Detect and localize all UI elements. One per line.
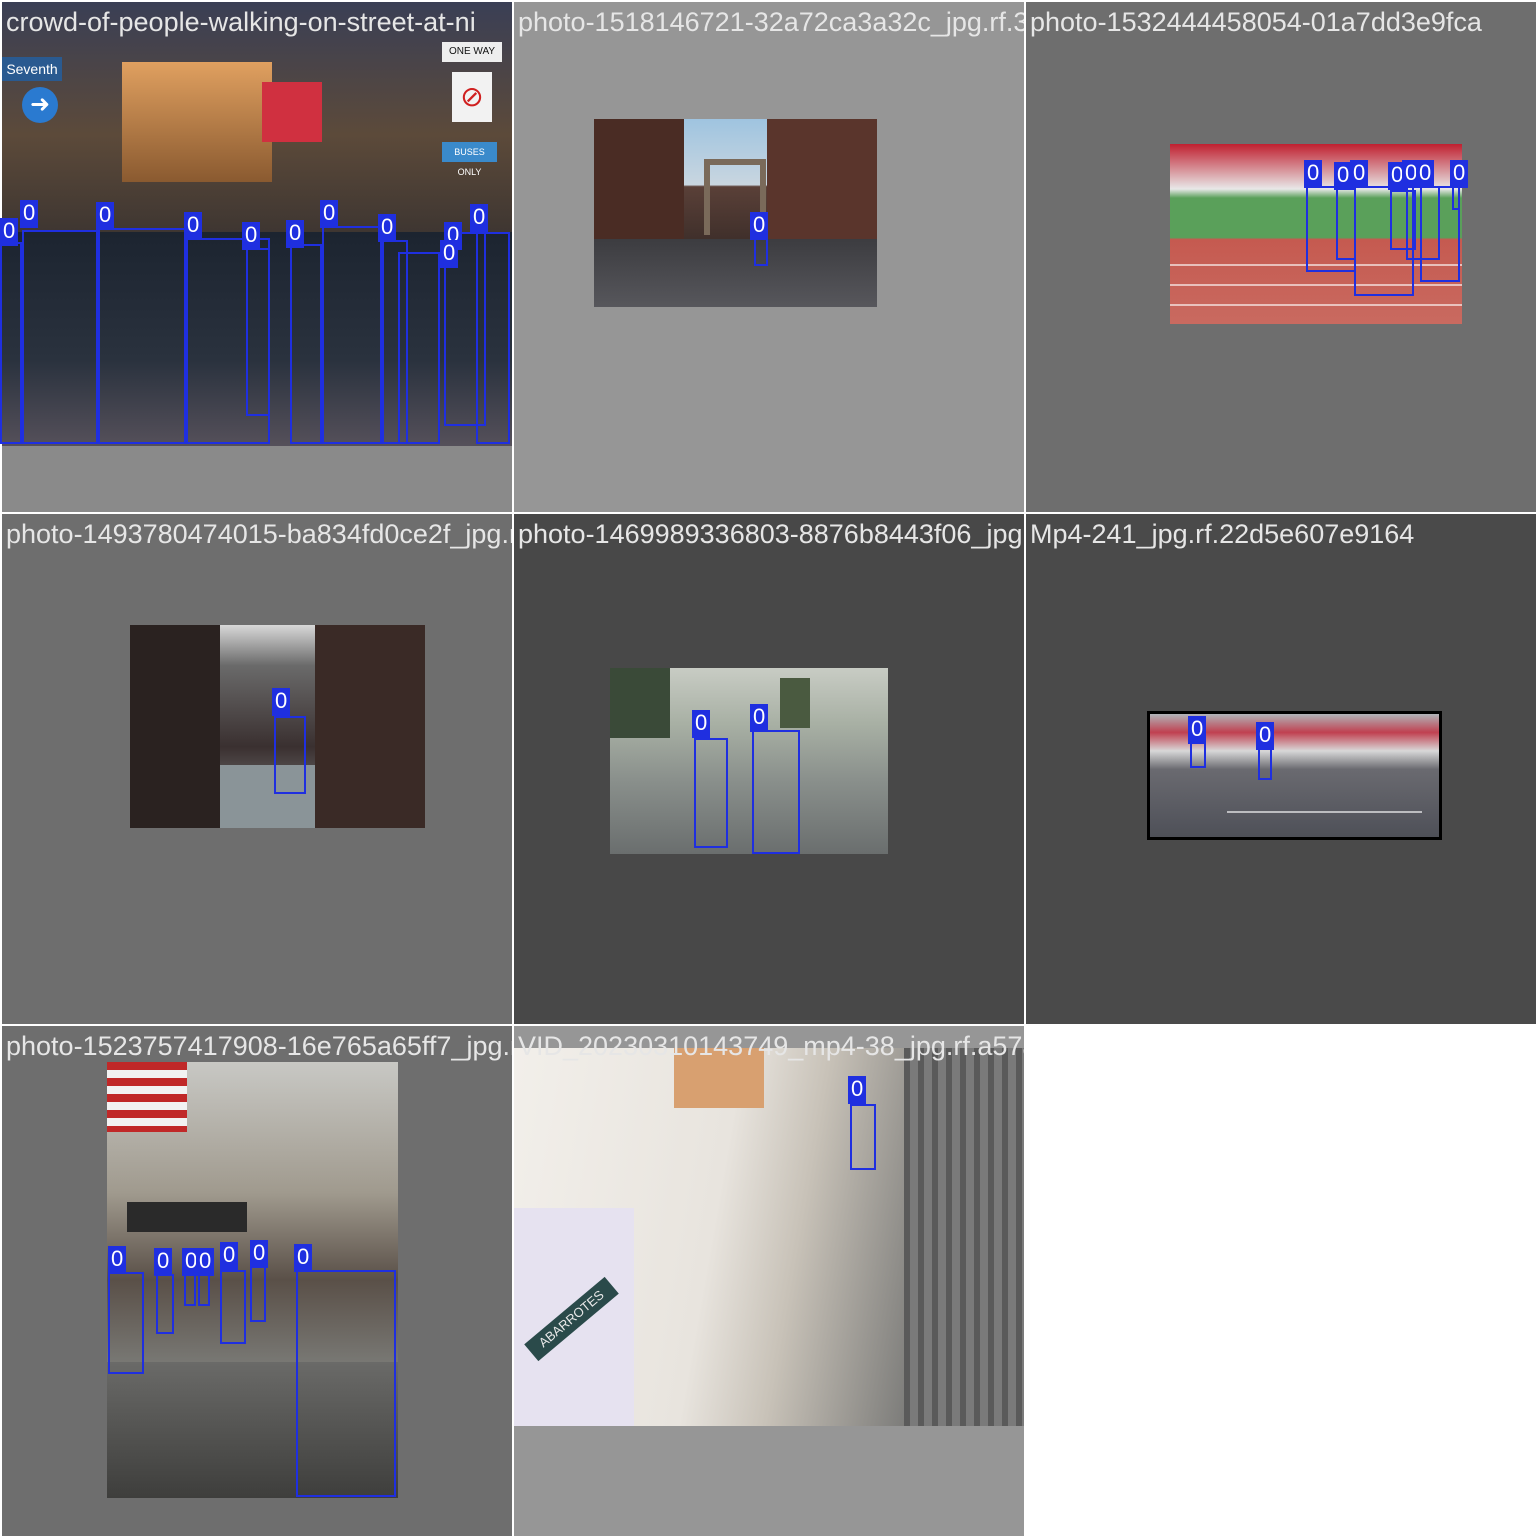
tile-title: VID_20230310143749_mp4-38_jpg.rf.a57a8d7 xyxy=(518,1031,1024,1061)
detection-box xyxy=(198,1274,210,1306)
detection-box xyxy=(1452,186,1460,210)
detection-class-label: 0 xyxy=(848,1076,867,1104)
detection-class-label: 0 xyxy=(220,1242,239,1270)
buses-only-sign: BUSES ONLY xyxy=(442,142,497,177)
detection-box xyxy=(22,230,98,444)
mosaic-tile-2: photo-1518146721-32a72ca3a32c_jpg.rf.3e9 xyxy=(514,2,1024,512)
no-left-turn-sign-icon: ⊘ xyxy=(452,72,492,122)
detection-class-label: 0 xyxy=(378,214,397,242)
detection-box xyxy=(1190,742,1206,768)
bridge-street-photo xyxy=(594,119,877,307)
detection-class-label: 0 xyxy=(20,200,39,228)
detection-class-label: 0 xyxy=(272,688,291,716)
detection-class-label: 0 xyxy=(154,1248,173,1276)
tile-title: photo-1518146721-32a72ca3a32c_jpg.rf.3e9 xyxy=(518,7,1024,37)
detection-class-label: 0 xyxy=(0,218,19,246)
tile-title: crowd-of-people-walking-on-street-at-ni xyxy=(6,7,476,37)
tile-title: photo-1532444458054-01a7dd3e9fca xyxy=(1030,7,1482,37)
detection-box xyxy=(476,232,510,444)
detection-box xyxy=(184,1274,196,1306)
detection-box xyxy=(398,252,440,444)
detection-box xyxy=(290,244,322,444)
mosaic-tile-8: ABARROTES VID_20230310143749_mp4-38_jpg.… xyxy=(514,1026,1024,1536)
detection-class-label: 0 xyxy=(1416,160,1435,188)
detection-box xyxy=(322,226,382,444)
mosaic-tile-4: photo-1493780474015-ba834fd0ce2f_jpg.rf xyxy=(2,514,512,1024)
detection-box xyxy=(156,1274,174,1334)
tile-title: Mp4-241_jpg.rf.22d5e607e9164 xyxy=(1030,519,1415,549)
detection-box xyxy=(752,730,800,854)
detection-class-label: 0 xyxy=(1304,160,1323,188)
overhead-street-photo: ABARROTES xyxy=(514,1048,1024,1426)
detection-class-label: 0 xyxy=(286,220,305,248)
detection-class-label: 0 xyxy=(1256,722,1275,750)
detection-class-label: 0 xyxy=(96,202,115,230)
detection-class-label: 0 xyxy=(294,1244,313,1272)
detection-box xyxy=(220,1270,246,1344)
detection-class-label: 0 xyxy=(750,704,769,732)
detection-class-label: 0 xyxy=(1350,160,1369,188)
tile-title: photo-1469989336803-8876b8443f06_jpg.rf xyxy=(518,519,1024,549)
detection-class-label: 0 xyxy=(196,1248,215,1276)
one-way-sign: ONE WAY xyxy=(442,42,502,62)
detection-class-label: 0 xyxy=(250,1240,269,1268)
detection-box xyxy=(274,716,306,794)
detection-box xyxy=(754,237,768,266)
detection-box xyxy=(296,1270,396,1497)
mosaic-tile-empty xyxy=(1026,1026,1536,1536)
detection-class-label: 0 xyxy=(750,212,769,240)
detection-box xyxy=(1336,188,1356,260)
fog-walkers-photo xyxy=(610,668,888,854)
detection-box xyxy=(694,738,728,848)
detection-box xyxy=(850,1104,876,1170)
detection-box xyxy=(246,248,270,416)
detection-box xyxy=(0,242,22,444)
detection-class-label: 0 xyxy=(692,710,711,738)
detection-class-label: 0 xyxy=(242,222,261,250)
detection-box xyxy=(98,228,186,444)
arrow-sign-icon: ➜ xyxy=(22,87,58,123)
detection-class-label: 0 xyxy=(440,240,459,268)
seventh-street-sign: Seventh xyxy=(2,57,62,81)
detection-class-label: 0 xyxy=(320,200,339,228)
detection-box xyxy=(250,1266,266,1322)
detection-class-label: 0 xyxy=(1188,716,1207,744)
tile-title: photo-1523757417908-16e765a65ff7_jpg.rf xyxy=(6,1031,512,1061)
mosaic-tile-6: Mp4-241_jpg.rf.22d5e607e9164 xyxy=(1026,514,1536,1024)
detection-class-label: 0 xyxy=(1450,160,1469,188)
tile-title: photo-1493780474015-ba834fd0ce2f_jpg.rf xyxy=(6,519,512,549)
detection-class-label: 0 xyxy=(470,204,489,232)
detection-class-label: 0 xyxy=(108,1246,127,1274)
detection-class-label: 0 xyxy=(184,212,203,240)
detection-box xyxy=(108,1272,144,1374)
